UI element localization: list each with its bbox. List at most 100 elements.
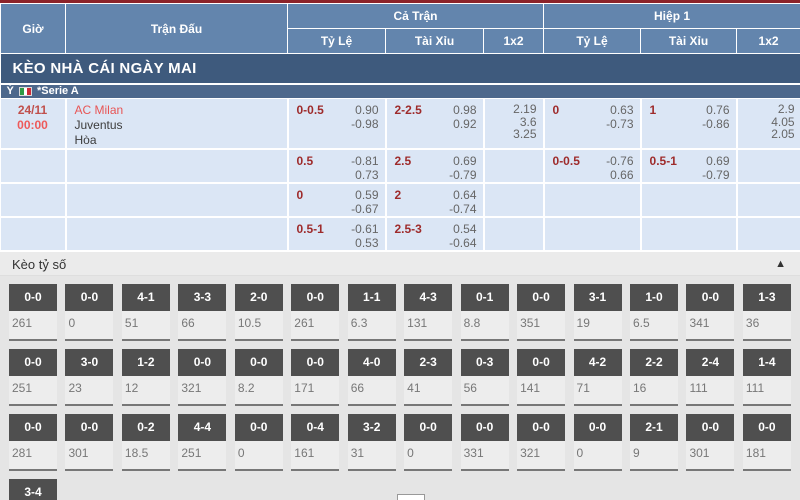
odd-value[interactable]: -0.86 [702,117,729,131]
score-box[interactable]: 3-1 [574,284,622,311]
score-box[interactable]: 0-0 [9,349,57,376]
score-box[interactable]: 1-4 [743,349,791,376]
ft-overunder-cell[interactable]: 2 0.64 -0.74 [386,183,484,217]
odd-value[interactable]: 0.63 [606,103,633,117]
score-box[interactable]: 3-3 [178,284,226,311]
score-box[interactable]: 0-0 [65,414,113,441]
score-box[interactable]: 0-4 [291,414,339,441]
h1-handicap-cell[interactable]: 0-0.5 -0.76 0.66 [544,149,641,183]
match-teams-cell[interactable]: AC Milan Juventus Hòa [66,99,288,150]
other-score-box[interactable]: 0 [397,494,425,500]
score-cell[interactable]: 0-00 [235,414,283,471]
odd-value[interactable]: 0.73 [351,168,378,182]
h1-handicap-cell[interactable]: 0 0.63 -0.73 [544,99,641,150]
ft-handicap-cell[interactable]: 0.5-1 -0.61 0.53 [288,217,386,251]
ft-overunder-cell[interactable]: 2.5-3 0.54 -0.64 [386,217,484,251]
odd-value[interactable]: 0.90 [351,103,378,117]
score-box[interactable]: 1-0 [630,284,678,311]
score-box[interactable]: 2-1 [630,414,678,441]
score-box[interactable]: 4-3 [404,284,452,311]
score-cell[interactable]: 0-0261 [9,284,57,341]
odd-value[interactable]: 0.66 [606,168,633,182]
score-box[interactable]: 2-2 [630,349,678,376]
score-cell[interactable]: 0-356 [461,349,509,406]
score-cell[interactable]: 4-066 [348,349,396,406]
odd-value[interactable]: -0.64 [449,236,476,250]
score-cell[interactable]: 0-0251 [9,349,57,406]
odd-value[interactable]: -0.79 [702,168,729,182]
score-box[interactable]: 0-0 [291,349,339,376]
score-box[interactable]: 0-2 [122,414,170,441]
odd-value[interactable]: 0.64 [449,188,476,202]
score-box[interactable]: 1-2 [122,349,170,376]
h1-1x2-cell[interactable]: 2.9 4.05 2.05 [737,99,800,150]
odd-value[interactable]: -0.79 [449,168,476,182]
score-cell[interactable]: 0-0351 [517,284,565,341]
score-cell[interactable]: 1-4111 [743,349,791,406]
score-box[interactable]: 0-0 [461,414,509,441]
score-box[interactable]: 0-0 [291,284,339,311]
score-cell[interactable]: 4-4251 [178,414,226,471]
odd-value[interactable]: 0.54 [449,222,476,236]
score-box[interactable]: 0-0 [574,414,622,441]
score-box[interactable]: 0-3 [461,349,509,376]
odd-value[interactable]: -0.73 [606,117,633,131]
odd-value[interactable]: -0.61 [351,222,378,236]
score-box[interactable]: 0-0 [517,414,565,441]
odd-value[interactable]: -0.81 [351,154,378,168]
score-box[interactable]: 3-0 [65,349,113,376]
score-box[interactable]: 4-1 [122,284,170,311]
score-cell[interactable]: 0-00 [574,414,622,471]
collapse-up-arrow-icon[interactable]: ▲ [775,258,786,270]
odd-value[interactable]: 0.69 [702,154,729,168]
score-box[interactable]: 0-0 [517,284,565,311]
score-cell[interactable]: 2-216 [630,349,678,406]
score-cell[interactable]: 0-4161 [291,414,339,471]
score-box[interactable]: 0-0 [404,414,452,441]
score-cell[interactable]: 0-0321 [178,349,226,406]
score-cell[interactable]: 0-00 [404,414,452,471]
odd-value[interactable]: 2.9 [738,103,795,116]
score-box[interactable]: 0-0 [686,414,734,441]
score-box[interactable]: 2-0 [235,284,283,311]
score-box[interactable]: 0-0 [743,414,791,441]
score-cell[interactable]: 4-271 [574,349,622,406]
score-box[interactable]: 1-3 [743,284,791,311]
score-cell[interactable]: 0-0341 [686,284,734,341]
score-box[interactable]: 4-2 [574,349,622,376]
score-cell[interactable]: 2-4111 [686,349,734,406]
score-cell[interactable]: 2-19 [630,414,678,471]
odd-value[interactable]: 0.92 [453,117,476,131]
score-cell[interactable]: 0-0281 [9,414,57,471]
score-box[interactable]: 4-4 [178,414,226,441]
score-cell[interactable]: 0-0321 [517,414,565,471]
league-row[interactable]: Ý *Serie A [1,84,800,99]
score-cell[interactable]: 0-0171 [291,349,339,406]
h1-overunder-cell[interactable]: 1 0.76 -0.86 [641,99,737,150]
score-box[interactable]: 0-0 [65,284,113,311]
score-box[interactable]: 0-0 [235,414,283,441]
score-cell[interactable]: 2-010.5 [235,284,283,341]
score-box[interactable]: 0-0 [235,349,283,376]
score-box[interactable]: 3-4 [9,479,57,500]
away-team[interactable]: Juventus [75,118,287,133]
score-cell[interactable]: 4-3131 [404,284,452,341]
score-cell[interactable]: 0-0261 [291,284,339,341]
ft-1x2-cell[interactable]: 2.19 3.6 3.25 [484,99,544,150]
score-cell[interactable]: 3-119 [574,284,622,341]
odd-value[interactable]: 3.25 [485,128,537,141]
score-cell[interactable]: 3-231 [348,414,396,471]
score-cell[interactable]: 0-08.2 [235,349,283,406]
score-cell[interactable]: 0-18.8 [461,284,509,341]
score-cell[interactable]: 1-212 [122,349,170,406]
score-box[interactable]: 0-0 [178,349,226,376]
score-cell[interactable]: 0-0141 [517,349,565,406]
odd-value[interactable]: -0.76 [606,154,633,168]
score-cell[interactable]: 0-0331 [461,414,509,471]
score-box[interactable]: 3-2 [348,414,396,441]
score-cell[interactable]: 0-218.5 [122,414,170,471]
odd-value[interactable]: 2.19 [485,103,537,116]
score-box[interactable]: 4-0 [348,349,396,376]
ft-handicap-cell[interactable]: 0 0.59 -0.67 [288,183,386,217]
score-cell[interactable]: 0-0181 [743,414,791,471]
